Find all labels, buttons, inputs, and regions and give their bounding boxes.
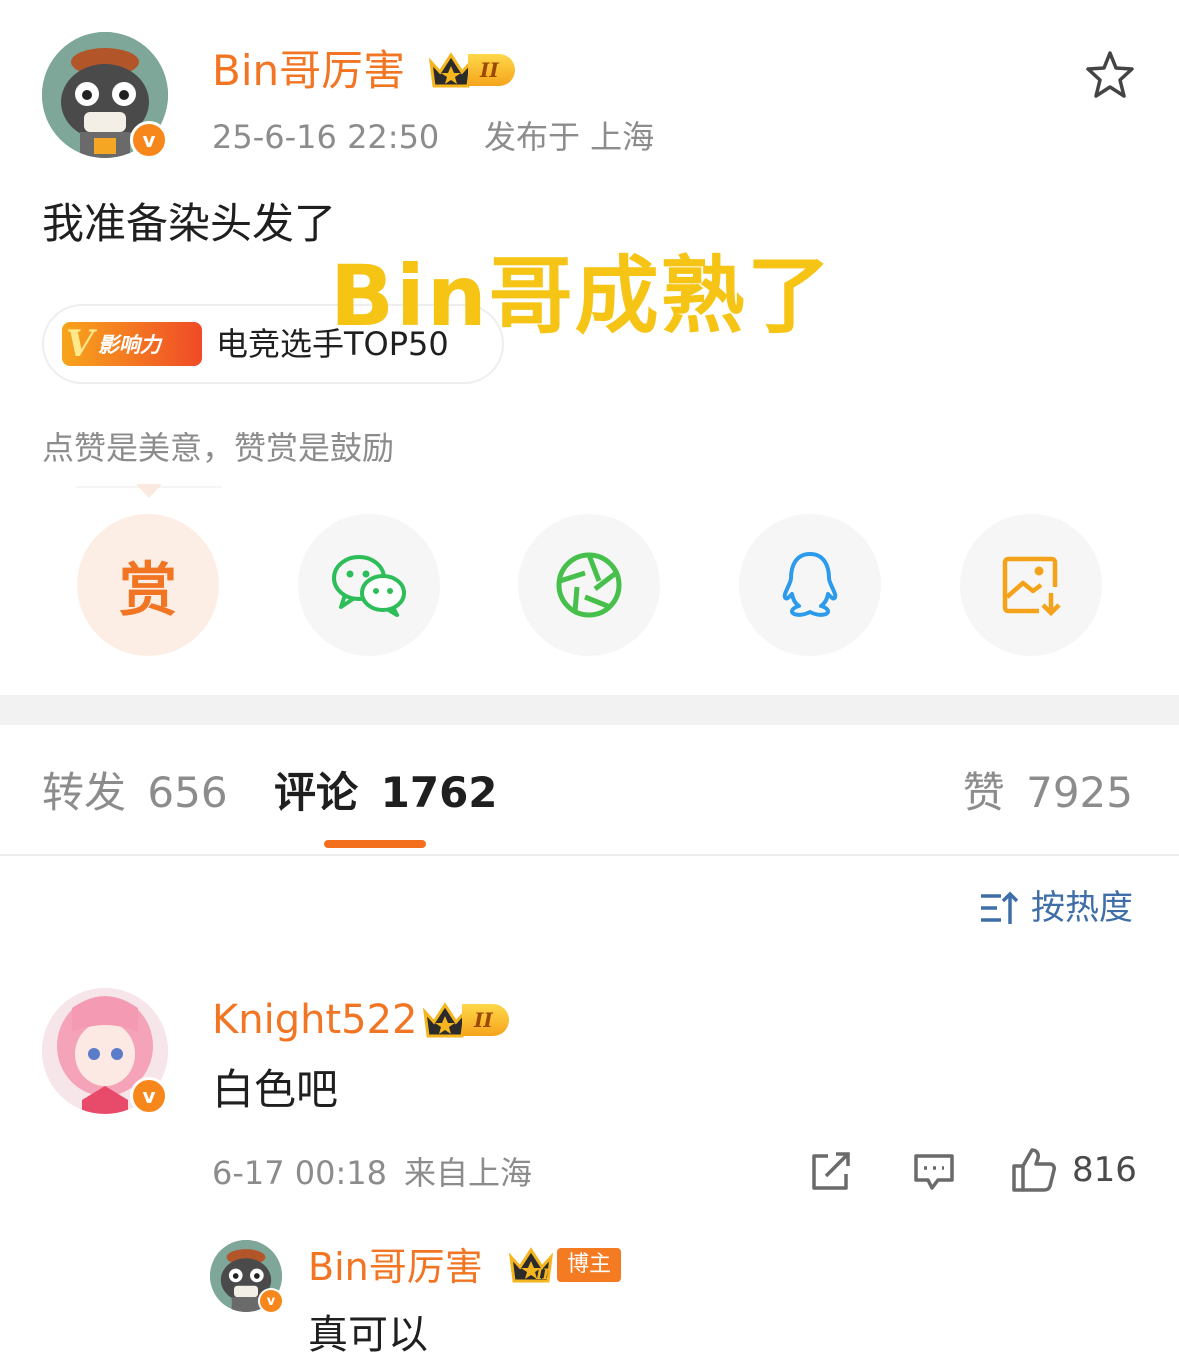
tab-likes[interactable]: 赞 7925 <box>963 766 1133 820</box>
moments-share-button[interactable] <box>518 514 660 656</box>
moments-icon <box>556 552 622 618</box>
comment-location: 来自上海 <box>404 1154 533 1192</box>
comment-item: v Knight522 II 白色吧 6-17 00:18 来自上海 816 v… <box>0 960 1179 1368</box>
section-divider <box>0 695 1179 725</box>
level-badge: II <box>468 54 515 86</box>
reply-author-name[interactable]: Bin哥厉害 <box>308 1242 483 1292</box>
sort-by-hot[interactable]: 按热度 <box>979 886 1133 930</box>
tab-comments[interactable]: 评论 1762 <box>274 766 498 820</box>
thumbs-up-icon <box>1012 1148 1056 1192</box>
reply-badge[interactable]: II 博主 <box>508 1245 622 1285</box>
verified-badge-icon: v <box>130 121 168 159</box>
wechat-share-button[interactable] <box>298 514 440 656</box>
influence-badge: V 影响力 <box>62 322 202 366</box>
commenter-crown-badge[interactable]: II <box>422 1000 509 1040</box>
reply-badge-level: II <box>536 1267 550 1283</box>
tab-repost-count: 656 <box>147 768 228 817</box>
comment-time: 6-17 00:18 <box>212 1154 388 1192</box>
post-timestamp: 25-6-16 22:50 <box>212 118 440 156</box>
influence-tag-label: 影响力 <box>97 333 161 357</box>
member-crown-badge[interactable]: II <box>428 50 515 90</box>
favorite-star-icon[interactable] <box>1084 50 1136 104</box>
reward-label: 赏 <box>118 556 177 624</box>
tab-active-underline <box>324 840 426 848</box>
tab-likes-label: 赞 <box>962 768 1005 817</box>
commenter-name[interactable]: Knight522 <box>212 994 417 1046</box>
comment-text: 白色吧 <box>212 1065 339 1114</box>
comment-share-icon[interactable] <box>810 1152 852 1196</box>
author-name[interactable]: Bin哥厉害 <box>212 44 405 98</box>
overlay-caption: Bin哥成熟了 <box>330 247 833 345</box>
post-content: 我准备染头发了 <box>42 199 337 248</box>
reward-button[interactable]: 赏 <box>77 514 219 656</box>
v-logo-icon: V <box>66 323 94 365</box>
reply-verified-badge-icon: v <box>258 1288 284 1314</box>
tab-comments-label: 评论 <box>274 768 359 817</box>
comment-like-count: 816 <box>1072 1150 1137 1190</box>
sort-icon <box>981 891 1019 924</box>
wechat-icon <box>332 555 406 617</box>
commenter-level-badge: II <box>462 1004 509 1036</box>
reply-badge-text: 博主 <box>557 1248 622 1282</box>
save-image-button[interactable] <box>960 514 1102 656</box>
qq-icon <box>782 552 838 617</box>
post-location: 发布于 上海 <box>484 118 655 156</box>
reward-pointer-arrow <box>136 484 162 498</box>
sort-label: 按热度 <box>1031 888 1133 928</box>
tab-comments-count: 1762 <box>380 768 498 817</box>
tab-likes-count: 7925 <box>1026 768 1133 817</box>
tab-repost-label: 转发 <box>42 768 127 817</box>
tabs-bottom-border <box>0 854 1179 856</box>
reward-hint: 点赞是美意，赞赏是鼓励 <box>42 429 395 467</box>
reply-text: 真可以 <box>308 1312 428 1358</box>
comment-reply-icon[interactable] <box>912 1152 956 1196</box>
qq-share-button[interactable] <box>739 514 881 656</box>
tab-repost[interactable]: 转发 656 <box>42 766 228 820</box>
comment-like-button[interactable]: 816 <box>1010 1146 1137 1194</box>
save-image-icon <box>1002 556 1061 617</box>
commenter-verified-badge-icon: v <box>130 1077 168 1115</box>
